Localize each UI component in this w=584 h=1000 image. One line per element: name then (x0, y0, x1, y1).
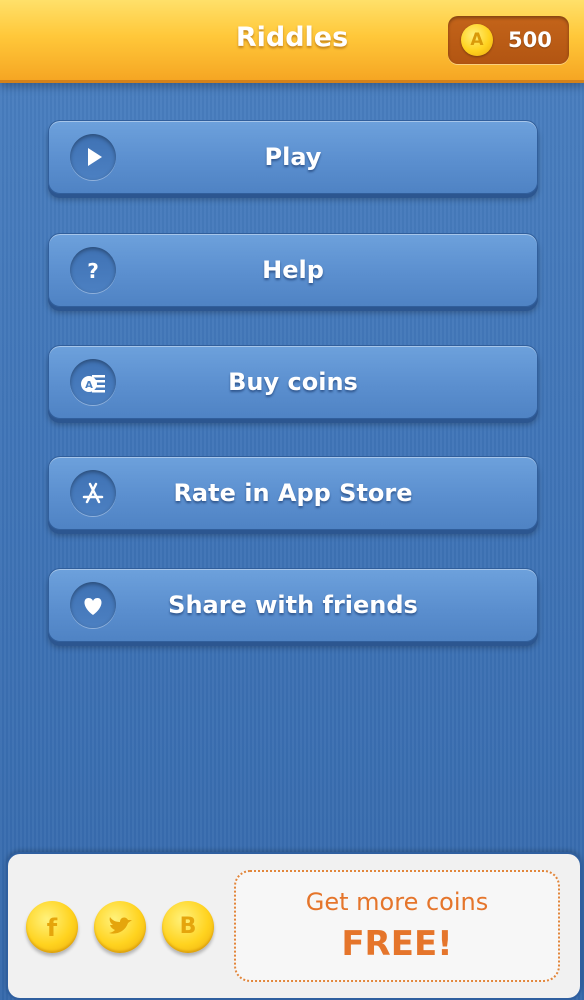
buy-coins-button[interactable]: A Buy coins (48, 345, 538, 419)
twitter-button[interactable] (94, 901, 146, 953)
coin-icon: A (461, 24, 493, 56)
b-button[interactable]: B (162, 901, 214, 953)
play-button[interactable]: Play (48, 120, 538, 194)
b-icon: B (179, 914, 197, 939)
facebook-icon: f (47, 914, 58, 942)
twitter-icon (109, 917, 132, 934)
share-friends-label: Share with friends (168, 591, 418, 619)
play-label: Play (264, 143, 322, 171)
header-bar: Riddles A 500 (0, 0, 584, 83)
app-screen: Riddles A 500 Play ? Help A Buy coins Ra… (0, 0, 584, 1000)
svg-text:?: ? (87, 259, 99, 283)
help-label: Help (262, 256, 324, 284)
coin-balance[interactable]: A 500 (448, 16, 569, 64)
svg-text:A: A (85, 380, 93, 391)
promo-panel: f B Get more coins FREE! (6, 852, 582, 1000)
coin-count: 500 (508, 28, 552, 52)
svg-text:f: f (47, 914, 58, 942)
rate-app-store-button[interactable]: Rate in App Store (48, 456, 538, 530)
promo-line2: FREE! (341, 924, 453, 964)
promo-line1: Get more coins (305, 888, 489, 916)
rate-app-store-label: Rate in App Store (173, 479, 413, 507)
share-friends-button[interactable]: Share with friends (48, 568, 538, 642)
get-free-coins-button[interactable]: Get more coins FREE! (234, 870, 560, 982)
help-button[interactable]: ? Help (48, 233, 538, 307)
facebook-button[interactable]: f (26, 901, 78, 953)
buy-coins-label: Buy coins (228, 368, 358, 396)
